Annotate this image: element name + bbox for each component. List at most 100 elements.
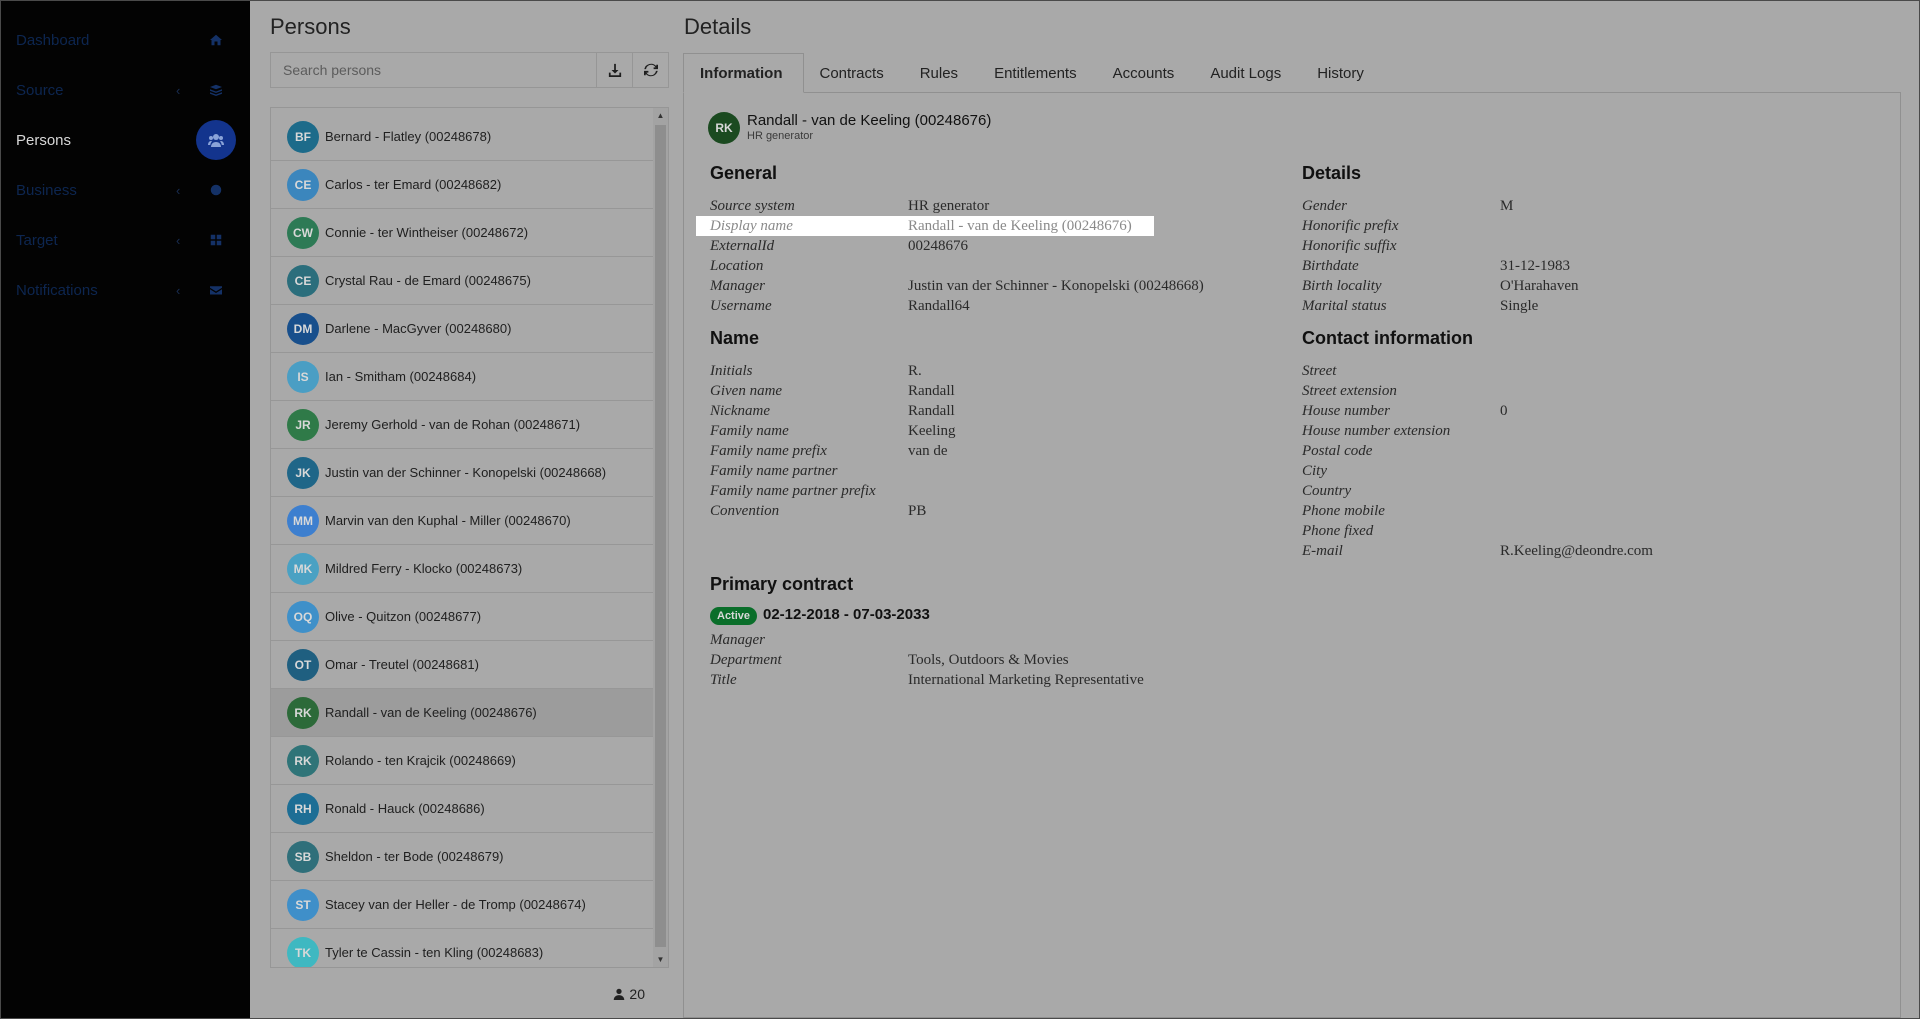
sidebar-item-notifications[interactable]: Notifications ‹ — [0, 270, 250, 310]
field-label: Manager — [710, 631, 765, 648]
sidebar-item-source[interactable]: Source ‹ — [0, 70, 250, 110]
list-item[interactable]: SB Sheldon - ter Bode (00248679) — [271, 833, 653, 881]
avatar: CE — [287, 264, 319, 297]
sidebar-item-business[interactable]: Business ‹ — [0, 170, 250, 210]
tab-audit-logs[interactable]: Audit Logs — [1194, 53, 1301, 93]
list-item[interactable]: TK Tyler te Cassin - ten Kling (00248683) — [271, 929, 653, 967]
section-title-general: General — [710, 163, 778, 183]
field-honorific-prefix: Honorific prefix — [1302, 216, 1862, 236]
field-value: M — [1500, 197, 1514, 214]
persons-footer: 20 — [270, 968, 669, 1018]
tab-rules[interactable]: Rules — [904, 53, 978, 93]
field-label: House number — [1302, 402, 1390, 419]
person-header: RK Randall - van de Keeling (00248676) H… — [708, 112, 991, 144]
list-item[interactable]: RH Ronald - Hauck (00248686) — [271, 785, 653, 833]
list-item[interactable]: OQ Olive - Quitzon (00248677) — [271, 593, 653, 641]
field-label: House number extension — [1302, 422, 1451, 439]
sidebar-item-label: Business — [16, 181, 77, 199]
avatar: RK — [287, 696, 319, 729]
refresh-button[interactable] — [632, 53, 668, 87]
field-username: Username Randall64 — [710, 296, 1270, 316]
list-item[interactable]: CE Carlos - ter Emard (00248682) — [271, 161, 653, 209]
details-title: Details — [684, 14, 752, 39]
field-value: Single — [1500, 297, 1539, 314]
field-label: Phone fixed — [1302, 522, 1374, 539]
field-label: Convention — [710, 502, 780, 519]
field-label: Birth locality — [1302, 277, 1382, 294]
avatar: JK — [287, 456, 319, 489]
list-item[interactable]: JK Justin van der Schinner - Konopelski (… — [271, 449, 653, 497]
field-label: Honorific suffix — [1302, 237, 1397, 254]
list-item[interactable]: RK Rolando - ten Krajcik (00248669) — [271, 737, 653, 785]
avatar: RH — [287, 792, 319, 825]
scrollbar-thumb[interactable] — [655, 125, 666, 947]
sidebar: Dashboard Source ‹ Persons Business ‹ Target ‹ N… — [0, 0, 250, 1019]
tab-history[interactable]: History — [1301, 53, 1384, 93]
field-value: 0 — [1500, 402, 1508, 419]
field-value: Randall64 — [908, 297, 970, 314]
avatar: RK — [708, 112, 740, 144]
tab-entitlements[interactable]: Entitlements — [978, 53, 1097, 93]
sidebar-item-persons[interactable]: Persons — [0, 120, 250, 160]
tab-information[interactable]: Information — [683, 53, 804, 93]
list-item[interactable]: CE Crystal Rau - de Emard (00248675) — [271, 257, 653, 305]
field-manager: Manager — [710, 630, 1270, 650]
sidebar-item-label: Source — [16, 81, 64, 99]
field-label: Source system — [710, 197, 795, 214]
list-item[interactable]: IS Ian - Smitham (00248684) — [271, 353, 653, 401]
download-button[interactable] — [596, 53, 632, 87]
person-name: Sheldon - ter Bode (00248679) — [325, 849, 504, 864]
sidebar-item-target[interactable]: Target ‹ — [0, 220, 250, 260]
avatar: RK — [287, 744, 319, 777]
field-source-system: Source system HR generator — [710, 196, 1270, 216]
list-item[interactable]: ST Stacey van der Heller - de Tromp (0024… — [271, 881, 653, 929]
field-value: Randall — [908, 382, 955, 399]
list-item[interactable]: CW Connie - ter Wintheiser (00248672) — [271, 209, 653, 257]
field-value: Tools, Outdoors & Movies — [908, 651, 1069, 668]
search-input[interactable] — [271, 53, 596, 87]
scroll-up-icon[interactable]: ▲ — [653, 108, 668, 123]
list-item[interactable]: DM Darlene - MacGyver (00248680) — [271, 305, 653, 353]
avatar: ST — [287, 888, 319, 921]
refresh-icon — [643, 63, 658, 77]
field-label: E-mail — [1302, 542, 1343, 559]
person-name: Marvin van den Kuphal - Miller (00248670… — [325, 513, 571, 528]
field-label: Postal code — [1302, 442, 1373, 459]
field-label: Family name — [710, 422, 789, 439]
scroll-down-icon[interactable]: ▼ — [653, 952, 668, 967]
field-label: Department — [710, 651, 782, 668]
list-item[interactable]: MM Marvin van den Kuphal - Miller (002486… — [271, 497, 653, 545]
field-label: Nickname — [710, 402, 770, 419]
tab-accounts[interactable]: Accounts — [1097, 53, 1195, 93]
scrollbar[interactable]: ▲ ▼ — [653, 108, 668, 967]
avatar: OT — [287, 648, 319, 681]
field-value: Randall - van de Keeling (00248676) — [908, 217, 1132, 234]
avatar: MK — [287, 552, 319, 585]
sidebar-item-label: Notifications — [16, 281, 98, 299]
section-title-name: Name — [710, 328, 760, 348]
person-name: Olive - Quitzon (00248677) — [325, 609, 482, 624]
field-house-number: House number 0 — [1302, 401, 1862, 421]
avatar: TK — [287, 936, 319, 967]
list-item[interactable]: RK Randall - van de Keeling (00248676) — [271, 689, 653, 737]
list-item[interactable]: BF Bernard - Flatley (00248678) — [271, 113, 653, 161]
field-family-name-partner-prefix: Family name partner prefix — [710, 481, 1270, 501]
status-badge: Active — [710, 607, 758, 625]
field-family-name-partner: Family name partner — [710, 461, 1270, 481]
field-label: Initials — [710, 362, 753, 379]
list-item[interactable]: JR Jeremy Gerhold - van de Rohan (0024867… — [271, 401, 653, 449]
tab-contracts[interactable]: Contracts — [804, 53, 904, 93]
avatar: DM — [287, 312, 319, 345]
list-item[interactable]: OT Omar - Treutel (00248681) — [271, 641, 653, 689]
field-location: Location — [710, 256, 1270, 276]
field-label: Username — [710, 297, 772, 314]
person-name: Carlos - ter Emard (00248682) — [325, 177, 502, 192]
field-label: Location — [710, 257, 764, 274]
sidebar-item-dashboard[interactable]: Dashboard — [0, 20, 250, 60]
field-country: Country — [1302, 481, 1862, 501]
person-source: HR generator — [747, 130, 814, 142]
person-name: Connie - ter Wintheiser (00248672) — [325, 225, 529, 240]
list-item[interactable]: MK Mildred Ferry - Klocko (00248673) — [271, 545, 653, 593]
person-name: Rolando - ten Krajcik (00248669) — [325, 753, 516, 768]
field-value: R.Keeling@deondre.com — [1500, 542, 1653, 559]
